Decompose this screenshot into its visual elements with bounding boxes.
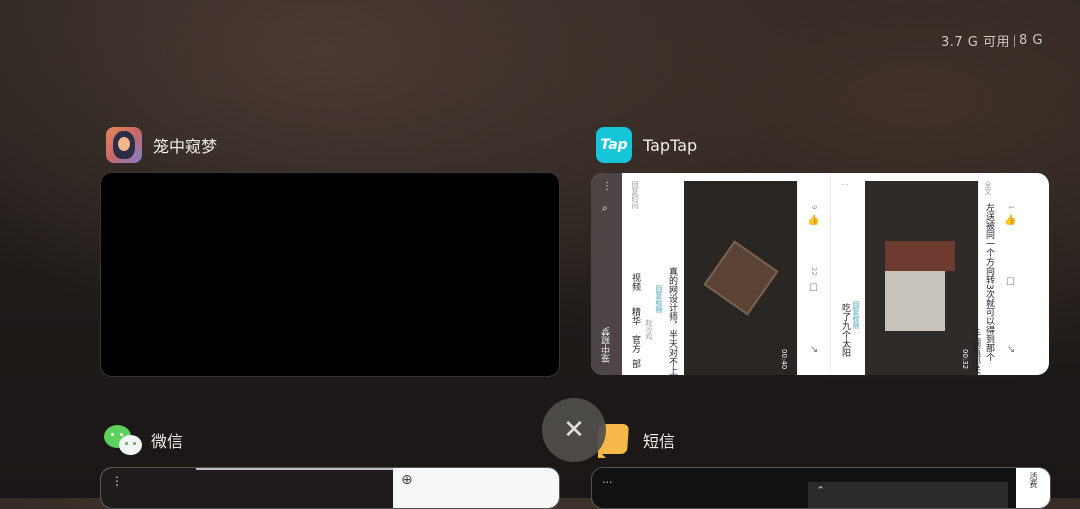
comment-icon: ☐ bbox=[808, 283, 819, 294]
post-badge: 回复权限 bbox=[852, 301, 860, 329]
app-name: TapTap bbox=[643, 135, 698, 155]
tab-featured: 精华 bbox=[630, 307, 640, 325]
tab-prefix: 部 bbox=[630, 359, 640, 368]
app-card-wechat[interactable]: ⋮ ⊕ bbox=[100, 467, 560, 509]
post-thumbnail: 00:32 bbox=[865, 181, 978, 375]
memory-divider bbox=[1014, 34, 1016, 47]
more-icon: ⋮ bbox=[111, 474, 123, 488]
more-icon: ⋮ bbox=[602, 181, 612, 192]
search-icon: ⌕ bbox=[602, 203, 608, 214]
post-actions-1: 9 22 👍 ☐ ↗ bbox=[798, 173, 831, 375]
like-count: 1 bbox=[1007, 205, 1015, 210]
taptap-side-bar: ⋮ ⌕ 笼中窥梦 bbox=[591, 173, 622, 375]
share-icon: ↗ bbox=[808, 345, 819, 354]
wechat-preview-progress bbox=[196, 468, 393, 470]
post-title: 真的网设计师，半天对不上 bbox=[667, 267, 677, 375]
sms-preview-bar: ⌃ bbox=[808, 482, 1008, 508]
memory-available: 3.7 G 可用 bbox=[941, 35, 1011, 50]
share-icon: ↗ bbox=[1005, 345, 1016, 354]
more-icon: ⋮ bbox=[841, 181, 849, 188]
app-card-cage-dream[interactable] bbox=[100, 172, 560, 377]
wechat-preview-dark-panel bbox=[101, 468, 393, 508]
post-author: 赵沙鸡 bbox=[645, 319, 653, 340]
clear-all-button[interactable]: ✕ bbox=[542, 398, 606, 462]
app-header-sms[interactable]: 短信 bbox=[596, 422, 675, 458]
memory-indicator: 3.7 G 可用 8 G bbox=[941, 31, 1043, 50]
comment-icon: ☐ bbox=[1005, 277, 1016, 288]
video-duration: 00:40 bbox=[780, 349, 788, 370]
like-icon: 👍 bbox=[1005, 213, 1016, 226]
cage-dream-app-icon bbox=[106, 127, 142, 163]
like-icon: 👍 bbox=[808, 213, 819, 226]
chevron-up-icon: ⌃ bbox=[816, 484, 826, 497]
sms-preview-side: 活费 bbox=[1016, 468, 1050, 508]
wechat-app-icon bbox=[104, 422, 142, 458]
app-header-cage-dream[interactable]: 笼中窥梦 bbox=[106, 127, 217, 163]
sms-side-label: 活费 bbox=[1029, 472, 1038, 488]
post-thumbnail: 00:40 bbox=[684, 181, 797, 375]
post-column-3: 1 👍 ☐ ↗ 全文 左送被同一个方向转3次就可以得到那个 手调瓶那关 bbox=[970, 173, 1049, 375]
post-text: 左送被同一个方向转3次就可以得到那个 bbox=[984, 203, 994, 362]
app-name: 短信 bbox=[643, 432, 676, 451]
comment-count: 22 bbox=[810, 267, 818, 276]
app-name: 笼中窥梦 bbox=[153, 137, 218, 156]
tab-official: 官方 bbox=[630, 335, 640, 353]
game-tag: 笼中窥梦 bbox=[602, 327, 612, 363]
close-icon: ✕ bbox=[563, 415, 585, 445]
taptap-app-icon: Tap bbox=[596, 127, 632, 163]
app-name: 微信 bbox=[151, 432, 184, 451]
app-header-taptap[interactable]: Tap TapTap bbox=[596, 127, 697, 163]
add-icon: ⊕ bbox=[401, 472, 413, 488]
filter-label: 回复时间 bbox=[631, 181, 639, 209]
app-header-wechat[interactable]: 微信 bbox=[104, 422, 183, 458]
tab-video: 视频 bbox=[630, 273, 640, 291]
like-count: 9 bbox=[810, 205, 818, 210]
app-card-taptap[interactable]: ⋮ ⌕ 笼中窥梦 回复时间 视频 精华 官方 部 回复权限 赵沙鸡 真的网设计师… bbox=[591, 173, 1049, 375]
video-duration: 00:32 bbox=[961, 349, 969, 370]
post-column-1: 回复时间 视频 精华 官方 部 回复权限 赵沙鸡 真的网设计师，半天对不上 00… bbox=[622, 173, 798, 375]
more-icon: ··· bbox=[602, 476, 613, 489]
post-column-2: ⋮ 回复权限 吃了九个太阳 00:32 bbox=[831, 173, 979, 375]
memory-total: 8 G bbox=[1019, 33, 1043, 48]
expand-link: 全文 bbox=[984, 181, 992, 195]
app-card-sms[interactable]: ··· ⌃ 活费 bbox=[591, 467, 1051, 509]
post-badge: 回复权限 bbox=[655, 285, 663, 313]
post-title: 吃了九个太阳 bbox=[840, 303, 850, 357]
post-text: 手调瓶那关 bbox=[970, 329, 980, 374]
